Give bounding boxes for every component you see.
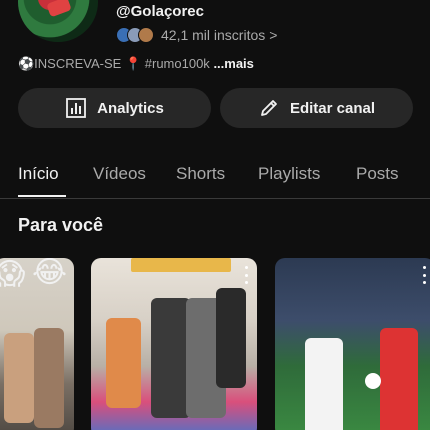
subscriber-avatars <box>116 27 154 43</box>
channel-description[interactable]: ⚽INSCREVA-SE 📍 #rumo100k ...mais <box>18 56 254 72</box>
pencil-icon <box>261 100 277 116</box>
analytics-button[interactable]: Analytics <box>18 88 211 128</box>
edit-channel-label: Editar canal <box>289 99 376 117</box>
person-figure <box>106 318 141 408</box>
analytics-label: Analytics <box>97 99 164 117</box>
short-thumbnail[interactable]: 😱 😂 <box>0 258 74 430</box>
description-text: ⚽INSCREVA-SE 📍 #rumo100k <box>18 56 210 71</box>
tab-posts[interactable]: Posts <box>356 164 399 184</box>
person-figure <box>151 298 191 418</box>
channel-tabs: Início Vídeos Shorts Playlists Posts <box>0 160 430 198</box>
analytics-icon <box>66 98 87 118</box>
subscriber-count: 42,1 mil inscritos <box>161 27 266 43</box>
subscribers-row[interactable]: 42,1 mil inscritos > <box>116 26 277 44</box>
person-figure <box>216 288 246 388</box>
tab-inicio[interactable]: Início <box>18 164 59 184</box>
short-thumbnail[interactable] <box>275 258 430 430</box>
description-more-link[interactable]: ...mais <box>213 56 253 71</box>
active-tab-indicator <box>18 195 66 197</box>
tab-playlists[interactable]: Playlists <box>258 164 320 184</box>
more-options-icon[interactable] <box>243 266 249 284</box>
gym-banner <box>131 258 231 272</box>
channel-avatar[interactable] <box>18 0 98 42</box>
person-figure <box>34 328 64 428</box>
tab-shorts[interactable]: Shorts <box>176 164 225 184</box>
person-figure <box>4 333 34 423</box>
tabs-divider <box>0 198 430 199</box>
edit-channel-button[interactable]: Editar canal <box>220 88 413 128</box>
subscriber-avatar <box>138 27 154 43</box>
channel-handle: @Golaçorec <box>116 3 204 20</box>
soccer-ball <box>365 373 381 389</box>
chevron-right-icon: > <box>269 27 278 43</box>
shocked-emoji: 😱 <box>0 258 26 291</box>
short-thumbnail[interactable] <box>91 258 257 430</box>
player-figure <box>380 328 418 430</box>
laughing-emoji: 😂 <box>32 258 68 289</box>
section-title: Para você <box>18 215 104 235</box>
tab-videos[interactable]: Vídeos <box>93 164 146 184</box>
player-figure <box>305 338 343 430</box>
more-options-icon[interactable] <box>421 266 427 284</box>
